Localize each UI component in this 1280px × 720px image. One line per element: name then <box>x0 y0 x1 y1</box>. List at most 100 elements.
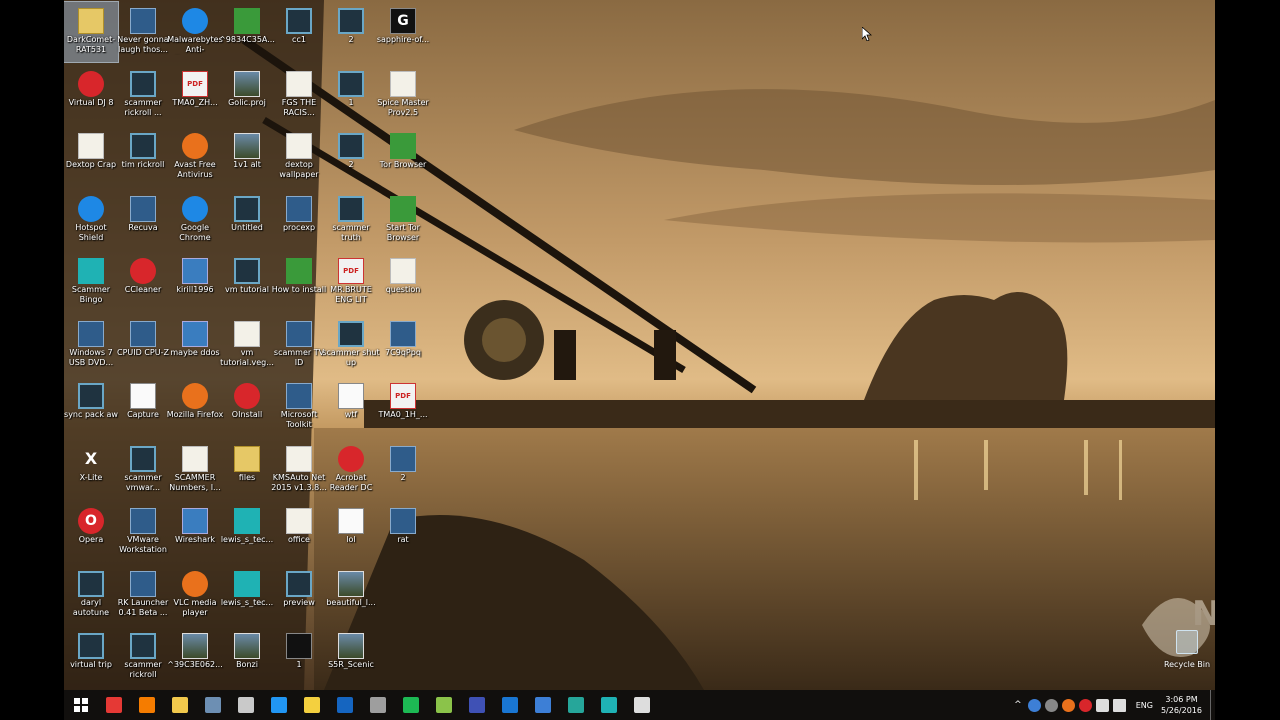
desktop-icon[interactable]: daryl autotune <box>64 565 118 625</box>
taskbar-xlite-button[interactable] <box>625 690 658 720</box>
desktop-icon[interactable]: vm tutorial.veg... <box>220 315 274 375</box>
desktop-icon[interactable]: PDF TMA0_ZH... <box>168 65 222 125</box>
desktop-icon[interactable]: vm tutorial <box>220 252 274 312</box>
input-language-indicator[interactable]: ENG <box>1136 701 1153 710</box>
desktop-icon[interactable]: Wireshark <box>168 502 222 562</box>
desktop-icon[interactable]: preview <box>272 565 326 625</box>
tray-app-icon[interactable] <box>1044 698 1058 712</box>
desktop-icon[interactable]: ^9834C35A... <box>219 2 275 62</box>
desktop-icon[interactable]: Untitled <box>220 190 274 250</box>
taskbar-app-button[interactable] <box>295 690 328 720</box>
desktop-icon[interactable]: PDF TMA0_1H_... <box>376 377 430 437</box>
desktop-icon[interactable]: KMSAuto Net 2015 v1.3.8... <box>271 440 327 500</box>
desktop-icon[interactable]: Dextop Crap <box>64 127 118 187</box>
taskbar-malwarebytes-button[interactable] <box>526 690 559 720</box>
desktop-icon[interactable]: How to install <box>272 252 326 312</box>
desktop-icon[interactable]: VMware Workstation <box>116 502 170 562</box>
desktop-icon[interactable]: Virtual DJ 8 <box>64 65 118 125</box>
desktop-icon[interactable]: VLC media player <box>168 565 222 625</box>
desktop-icon[interactable]: question <box>376 252 430 312</box>
desktop-icon[interactable]: PDF MR.BRUTE ENG LIT <box>324 252 378 312</box>
taskbar-notepad-button[interactable] <box>427 690 460 720</box>
desktop-icon[interactable]: CCleaner <box>116 252 170 312</box>
desktop-icon[interactable]: SCAMMER Numbers, I... <box>168 440 222 500</box>
desktop-icon[interactable]: procexp <box>272 190 326 250</box>
desktop-icon[interactable]: X X-Lite <box>64 440 118 500</box>
desktop-icon[interactable]: scammer rickroll ... <box>116 65 170 125</box>
tray-app-icon[interactable] <box>1061 698 1075 712</box>
desktop-icon[interactable]: RK Launcher 0.41 Beta ... <box>116 565 170 625</box>
desktop-icon[interactable]: Scammer Bingo <box>64 252 118 312</box>
tray-app-icon[interactable] <box>1027 698 1041 712</box>
taskbar-skype-button[interactable] <box>262 690 295 720</box>
network-icon[interactable] <box>1095 698 1109 712</box>
desktop-icon[interactable]: Start Tor Browser <box>376 190 430 250</box>
taskbar-calculator-button[interactable] <box>361 690 394 720</box>
volume-icon[interactable] <box>1112 698 1126 712</box>
desktop-icon[interactable]: Bonzi <box>220 627 274 687</box>
taskbar-file-explorer-button[interactable] <box>163 690 196 720</box>
desktop-icon[interactable]: Hotspot Shield <box>64 190 118 250</box>
desktop-icon[interactable]: 2 <box>324 2 378 62</box>
taskbar-chrome-button[interactable] <box>97 690 130 720</box>
taskbar-chat-button[interactable] <box>559 690 592 720</box>
desktop-icon[interactable]: 7C9qPpq <box>376 315 430 375</box>
recycle-bin-icon[interactable]: Recycle Bin <box>1157 628 1215 678</box>
desktop-icon[interactable]: Windows 7 USB DVD... <box>64 315 118 375</box>
taskbar-media-button[interactable] <box>196 690 229 720</box>
desktop-icon[interactable]: tim rickroll <box>116 127 170 187</box>
desktop-icon[interactable]: O Opera <box>64 502 118 562</box>
desktop-icon[interactable]: FGS THE RACIS... <box>272 65 326 125</box>
desktop-icon[interactable]: Tor Browser <box>376 127 430 187</box>
desktop-icon[interactable]: scammer truth <box>324 190 378 250</box>
tray-app-icon[interactable] <box>1078 698 1092 712</box>
desktop-icon[interactable]: Mozilla Firefox <box>167 377 223 437</box>
desktop-icon[interactable]: S5R_Scenic <box>324 627 378 687</box>
desktop-icon[interactable]: scammer shut up <box>322 315 380 375</box>
desktop-icon[interactable]: kirill1996 <box>168 252 222 312</box>
desktop-icon[interactable]: DarkComet-RAT531 <box>64 1 119 63</box>
desktop-icon[interactable]: wtf <box>324 377 378 437</box>
desktop-icon[interactable]: lol <box>324 502 378 562</box>
desktop-icon[interactable]: 1 <box>272 627 326 687</box>
desktop-icon[interactable]: Acrobat Reader DC <box>324 440 378 500</box>
start-button[interactable] <box>64 690 97 720</box>
desktop-icon[interactable]: Microsoft Toolkit <box>272 377 326 437</box>
desktop-icon[interactable]: scammer TV ID <box>272 315 326 375</box>
desktop-icon[interactable]: dextop wallpaper <box>272 127 326 187</box>
desktop-icon[interactable]: maybe ddos <box>168 315 222 375</box>
desktop-icon[interactable]: Capture <box>116 377 170 437</box>
desktop-icon[interactable]: ^39C3E062... <box>167 627 223 687</box>
taskbar-browser-button[interactable] <box>460 690 493 720</box>
desktop-icon[interactable]: scammer vmwar... <box>116 440 170 500</box>
taskbar-paint-button[interactable] <box>229 690 262 720</box>
desktop-icon[interactable]: virtual trip <box>64 627 118 687</box>
desktop-icon[interactable]: office <box>272 502 326 562</box>
show-desktop-button[interactable] <box>1210 690 1215 720</box>
desktop-icon[interactable]: OInstall <box>220 377 274 437</box>
desktop-icon[interactable]: 2 <box>324 127 378 187</box>
taskbar-outlook-button[interactable] <box>493 690 526 720</box>
desktop-icon[interactable]: Golic.proj <box>220 65 274 125</box>
desktop-icon[interactable]: 1 <box>324 65 378 125</box>
taskbar-teal-app-button[interactable] <box>592 690 625 720</box>
desktop-icon[interactable]: Never gonna laugh thos... <box>116 2 170 62</box>
taskbar-firefox-button[interactable] <box>130 690 163 720</box>
desktop-icon[interactable]: Recuva <box>116 190 170 250</box>
desktop-icon[interactable]: Malwarebytes Anti-Ransom... <box>167 2 223 62</box>
desktop-icon[interactable]: sync pack aw <box>64 377 118 437</box>
desktop-icon[interactable]: 2 <box>376 440 430 500</box>
desktop-icon[interactable]: Avast Free Antivirus <box>168 127 222 187</box>
desktop-icon[interactable]: CPUID CPU-Z <box>116 315 170 375</box>
desktop-icon[interactable]: scammer rickroll <box>116 627 170 687</box>
desktop-icon[interactable]: lewis_s_tec... <box>220 502 274 562</box>
desktop-icon[interactable]: 1v1 alt <box>220 127 274 187</box>
desktop-icon[interactable]: rat <box>376 502 430 562</box>
desktop-icon[interactable]: Spice Master Prov2.5 <box>376 65 430 125</box>
desktop-icon[interactable]: beautiful_l... <box>324 565 378 625</box>
desktop-icon[interactable]: lewis_s_tec... <box>220 565 274 625</box>
taskbar-spotify-button[interactable] <box>394 690 427 720</box>
taskbar-wireshark-button[interactable] <box>328 690 361 720</box>
desktop-icon[interactable]: Google Chrome <box>168 190 222 250</box>
desktop-icon[interactable]: Gsapphire-of... <box>376 2 430 62</box>
